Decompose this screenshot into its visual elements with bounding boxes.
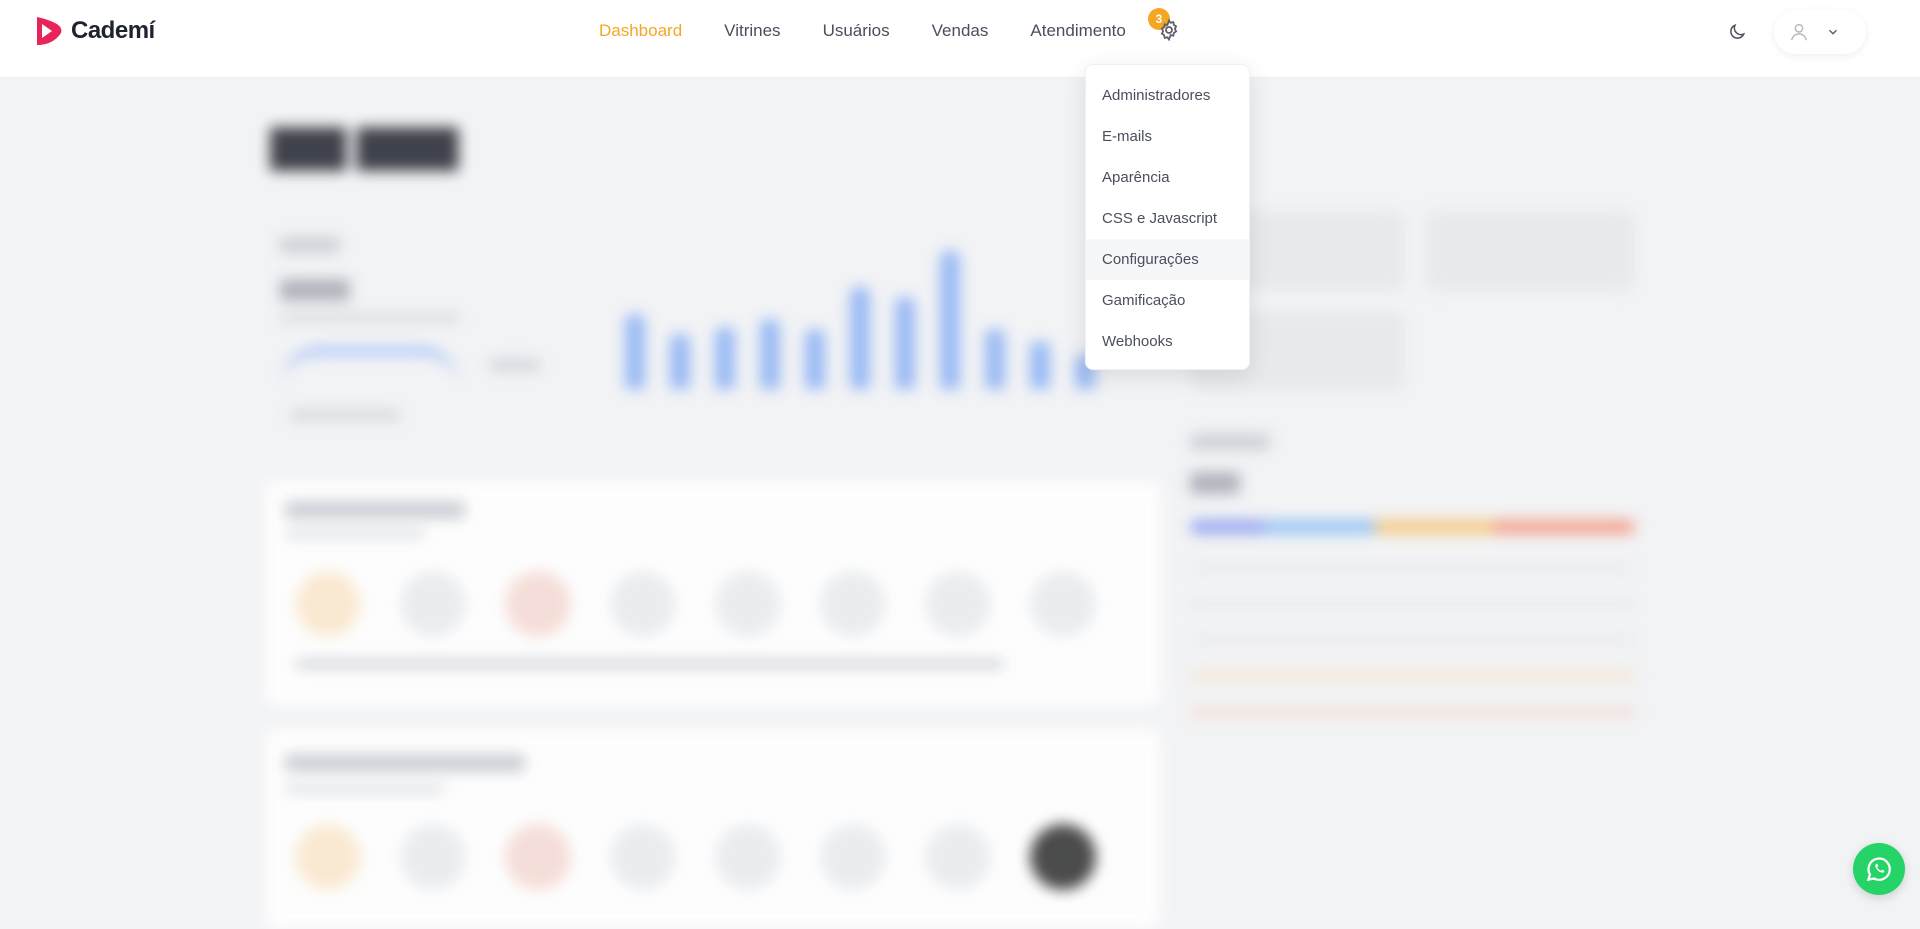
nav-vitrines-label: Vitrines: [724, 21, 781, 40]
app-name: Cademí: [71, 17, 155, 44]
user-icon: [1790, 23, 1808, 41]
blurred-stat-card-2: [1425, 211, 1635, 291]
top-navigation-bar: Cademí Dashboard Vitrines Usuários Venda…: [0, 0, 1920, 78]
nav-atendimento[interactable]: Atendimento 3: [1009, 8, 1170, 42]
nav-vendas[interactable]: Vendas: [911, 20, 1010, 42]
whatsapp-icon: [1866, 857, 1891, 882]
blurred-ranking-card-2: [265, 729, 1160, 929]
nav-vendas-label: Vendas: [931, 21, 989, 40]
nav-vitrines[interactable]: Vitrines: [703, 20, 801, 42]
user-menu-button[interactable]: [1774, 10, 1866, 54]
nav-dashboard[interactable]: Dashboard: [578, 20, 703, 42]
blurred-chart: [280, 219, 1130, 489]
settings-dropdown-menu: Administradores E-mails Aparência CSS e …: [1085, 64, 1250, 370]
nav-usuarios-label: Usuários: [822, 21, 890, 40]
dashboard-background: ███ ████: [0, 79, 1920, 929]
menu-item-webhooks[interactable]: Webhooks: [1086, 321, 1249, 362]
menu-item-gamificacao[interactable]: Gamificação: [1086, 280, 1249, 321]
nav-atendimento-label: Atendimento: [1030, 21, 1126, 40]
menu-item-configuracoes[interactable]: Configurações: [1086, 239, 1249, 280]
nav-dashboard-label: Dashboard: [599, 21, 683, 40]
blurred-ranking-card-1: [265, 481, 1160, 706]
chevron-down-icon: [1828, 29, 1838, 35]
whatsapp-chat-button[interactable]: [1853, 843, 1905, 895]
page-title-blurred: ███ ████: [270, 127, 459, 168]
menu-item-emails[interactable]: E-mails: [1086, 116, 1249, 157]
cademi-logo-icon: [37, 17, 62, 45]
menu-item-css-javascript[interactable]: CSS e Javascript: [1086, 198, 1249, 239]
menu-item-administradores[interactable]: Administradores: [1086, 75, 1249, 116]
moon-icon[interactable]: [1727, 22, 1747, 42]
nav-usuarios[interactable]: Usuários: [802, 20, 911, 42]
blurred-right-summary: [1190, 434, 1635, 774]
main-nav: Dashboard Vitrines Usuários Vendas Atend…: [578, 8, 1170, 42]
menu-item-aparencia[interactable]: Aparência: [1086, 157, 1249, 198]
app-logo[interactable]: Cademí: [33, 15, 155, 47]
gear-icon[interactable]: [1157, 18, 1181, 42]
